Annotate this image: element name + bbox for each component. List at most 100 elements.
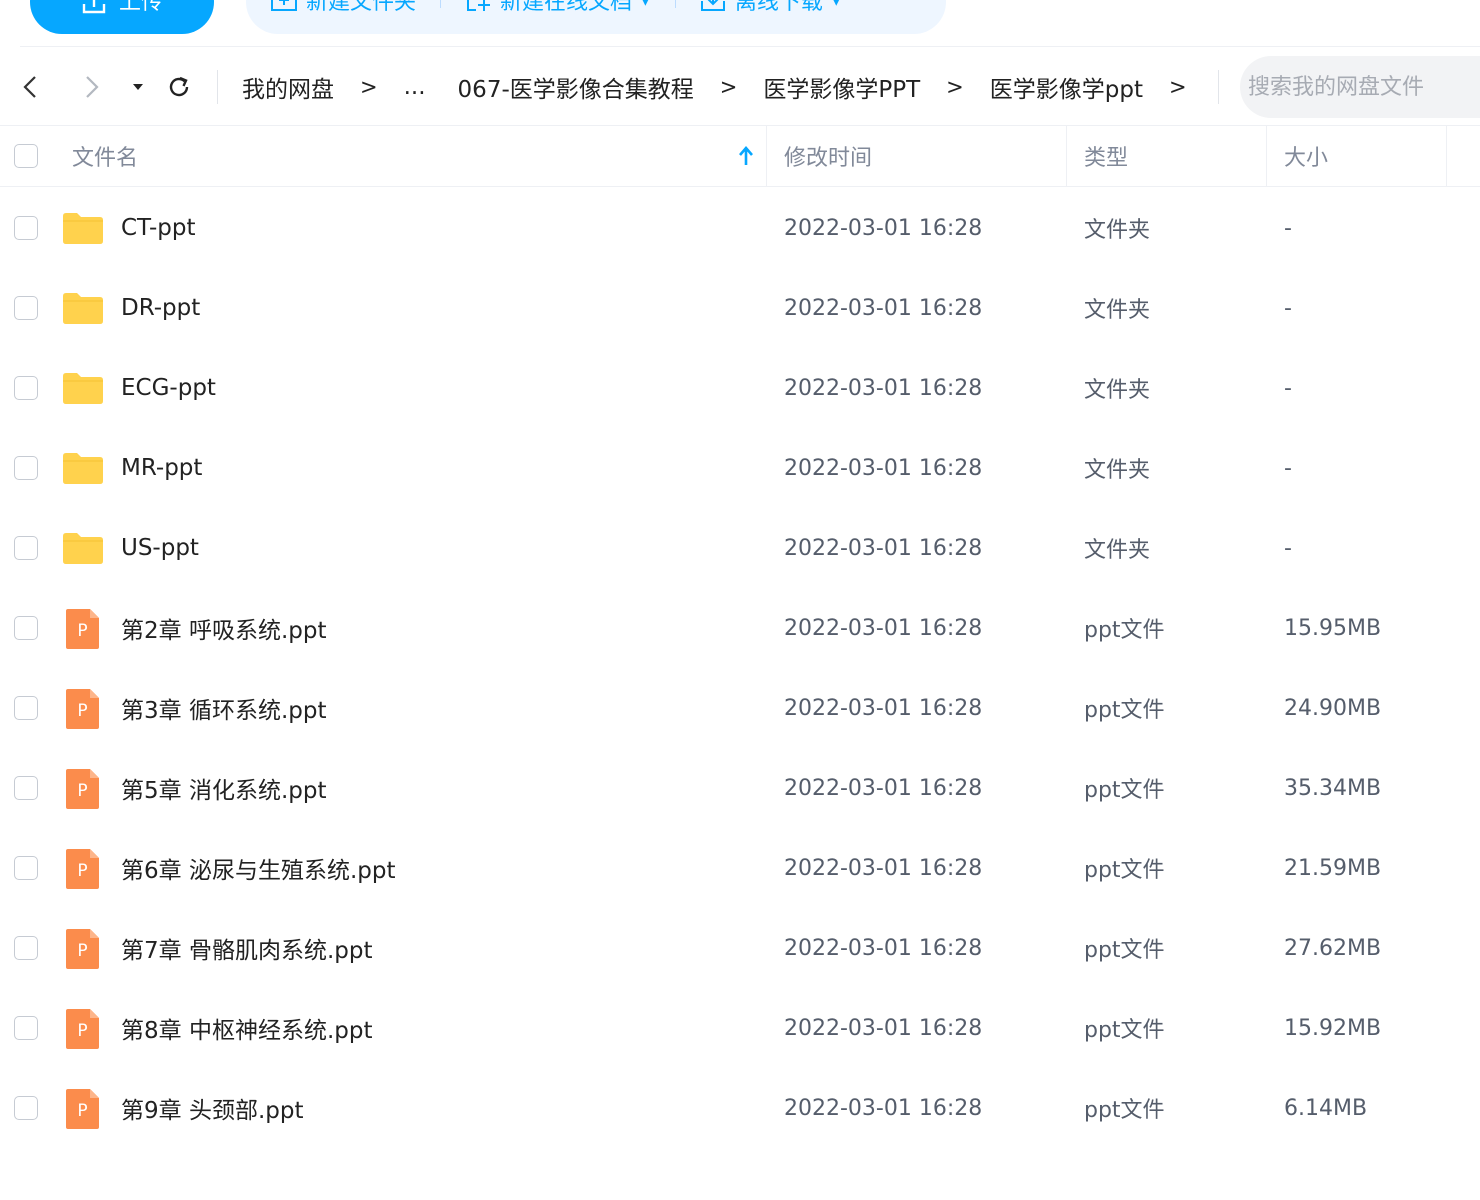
file-row[interactable]: P 第6章 泌尿与生殖系统.ppt 2022-03-01 16:28 ppt文件…: [0, 828, 1480, 908]
column-divider[interactable]: [1266, 126, 1267, 186]
upload-button[interactable]: 上传: [30, 0, 214, 34]
new-online-doc-label: 新建在线文档: [500, 0, 633, 15]
file-type: 文件夹: [1084, 538, 1151, 563]
file-size: 35.34MB: [1284, 775, 1382, 801]
file-name[interactable]: 第3章 循环系统.ppt: [121, 668, 326, 748]
modified-time: 2022-03-01 16:28: [784, 695, 983, 721]
file-size: 15.92MB: [1284, 1015, 1382, 1041]
tool-group: 新建文件夹 新建在线文档 ▼ 离线下载 ▼: [246, 0, 946, 34]
folder-icon: [63, 453, 103, 484]
modified-time: 2022-03-01 16:28: [784, 295, 983, 321]
breadcrumb-course-folder[interactable]: 067-医学影像合集教程: [458, 70, 694, 104]
file-row[interactable]: P 第7章 骨骼肌肉系统.ppt 2022-03-01 16:28 ppt文件 …: [0, 908, 1480, 988]
file-type: 文件夹: [1084, 378, 1151, 403]
breadcrumb-separator: >: [946, 75, 964, 99]
modified-time: 2022-03-01 16:28: [784, 855, 983, 881]
file-size: -: [1284, 375, 1292, 401]
file-name[interactable]: 第6章 泌尿与生殖系统.ppt: [121, 828, 395, 908]
row-checkbox[interactable]: [14, 456, 38, 480]
file-type: ppt文件: [1084, 778, 1165, 803]
breadcrumb-current-folder[interactable]: 医学影像学ppt: [990, 70, 1143, 104]
back-button[interactable]: [14, 70, 48, 104]
search-input[interactable]: [1240, 56, 1480, 118]
svg-text:P: P: [77, 781, 87, 801]
top-toolbar: 上传 新建文件夹 新建在线文档 ▼ 离线下载 ▼: [0, 0, 1480, 46]
modified-time: 2022-03-01 16:28: [784, 615, 983, 641]
file-row[interactable]: MR-ppt 2022-03-01 16:28 文件夹 -: [0, 428, 1480, 508]
file-name[interactable]: DR-ppt: [121, 268, 200, 348]
sort-ascending-icon[interactable]: [736, 144, 756, 168]
refresh-button[interactable]: [162, 70, 196, 104]
header-size[interactable]: 大小: [1284, 126, 1328, 186]
file-size: -: [1284, 535, 1292, 561]
file-size: 27.62MB: [1284, 935, 1382, 961]
row-checkbox[interactable]: [14, 776, 38, 800]
row-checkbox[interactable]: [14, 376, 38, 400]
ppt-file-icon: P: [66, 769, 99, 809]
chevron-right-icon: [86, 76, 99, 98]
file-name[interactable]: CT-ppt: [121, 188, 196, 268]
file-name[interactable]: 第7章 骨骼肌肉系统.ppt: [121, 908, 372, 988]
modified-time: 2022-03-01 16:28: [784, 215, 983, 241]
header-modified-time[interactable]: 修改时间: [784, 126, 872, 186]
row-checkbox[interactable]: [14, 536, 38, 560]
breadcrumb: 我的网盘 > ... 067-医学影像合集教程 > 医学影像学PPT > 医学影…: [242, 70, 1213, 104]
history-dropdown[interactable]: [121, 70, 155, 104]
new-online-doc-button[interactable]: 新建在线文档 ▼: [440, 0, 675, 16]
new-folder-button[interactable]: 新建文件夹: [246, 0, 440, 16]
file-type: ppt文件: [1084, 698, 1165, 723]
svg-text:P: P: [77, 1101, 87, 1121]
upload-icon: [82, 0, 106, 14]
file-name[interactable]: MR-ppt: [121, 428, 202, 508]
ppt-file-icon: P: [66, 1089, 99, 1129]
breadcrumb-my-drive[interactable]: 我的网盘: [242, 70, 334, 104]
file-row[interactable]: P 第2章 呼吸系统.ppt 2022-03-01 16:28 ppt文件 15…: [0, 588, 1480, 668]
file-list: CT-ppt 2022-03-01 16:28 文件夹 - DR-ppt 202…: [0, 188, 1480, 1148]
file-row[interactable]: P 第3章 循环系统.ppt 2022-03-01 16:28 ppt文件 24…: [0, 668, 1480, 748]
modified-time: 2022-03-01 16:28: [784, 375, 983, 401]
file-row[interactable]: P 第8章 中枢神经系统.ppt 2022-03-01 16:28 ppt文件 …: [0, 988, 1480, 1068]
row-checkbox[interactable]: [14, 936, 38, 960]
row-checkbox[interactable]: [14, 296, 38, 320]
file-type: ppt文件: [1084, 618, 1165, 643]
folder-icon: [63, 533, 103, 564]
ppt-file-icon: P: [66, 849, 99, 889]
select-all-checkbox[interactable]: [14, 144, 38, 168]
row-checkbox[interactable]: [14, 856, 38, 880]
row-checkbox[interactable]: [14, 1096, 38, 1120]
file-row[interactable]: CT-ppt 2022-03-01 16:28 文件夹 -: [0, 188, 1480, 268]
file-name[interactable]: 第8章 中枢神经系统.ppt: [121, 988, 372, 1068]
column-divider[interactable]: [766, 126, 767, 186]
row-checkbox[interactable]: [14, 1016, 38, 1040]
offline-download-button[interactable]: 离线下载 ▼: [674, 0, 866, 16]
header-type[interactable]: 类型: [1084, 126, 1128, 186]
column-divider[interactable]: [1066, 126, 1067, 186]
file-row[interactable]: US-ppt 2022-03-01 16:28 文件夹 -: [0, 508, 1480, 588]
breadcrumb-ppt-folder[interactable]: 医学影像学PPT: [763, 70, 920, 104]
modified-time: 2022-03-01 16:28: [784, 535, 983, 561]
file-type: 文件夹: [1084, 218, 1151, 243]
header-name[interactable]: 文件名: [72, 126, 138, 186]
file-name[interactable]: 第2章 呼吸系统.ppt: [121, 588, 326, 668]
file-row[interactable]: DR-ppt 2022-03-01 16:28 文件夹 -: [0, 268, 1480, 348]
file-name[interactable]: 第5章 消化系统.ppt: [121, 748, 326, 828]
file-row[interactable]: ECG-ppt 2022-03-01 16:28 文件夹 -: [0, 348, 1480, 428]
file-row[interactable]: P 第5章 消化系统.ppt 2022-03-01 16:28 ppt文件 35…: [0, 748, 1480, 828]
breadcrumb-ellipsis[interactable]: ...: [404, 74, 426, 100]
svg-text:P: P: [77, 1021, 87, 1041]
chevron-down-icon: ▼: [830, 0, 842, 8]
row-checkbox[interactable]: [14, 216, 38, 240]
file-size: 6.14MB: [1284, 1095, 1368, 1121]
row-checkbox[interactable]: [14, 616, 38, 640]
file-type: ppt文件: [1084, 858, 1165, 883]
forward-button[interactable]: [74, 70, 108, 104]
chevron-left-icon: [23, 76, 36, 98]
column-divider[interactable]: [1446, 126, 1447, 186]
row-checkbox[interactable]: [14, 696, 38, 720]
file-name[interactable]: 第9章 头颈部.ppt: [121, 1068, 303, 1148]
file-name[interactable]: US-ppt: [121, 508, 199, 588]
modified-time: 2022-03-01 16:28: [784, 775, 983, 801]
file-name[interactable]: ECG-ppt: [121, 348, 216, 428]
file-size: -: [1284, 215, 1292, 241]
file-row[interactable]: P 第9章 头颈部.ppt 2022-03-01 16:28 ppt文件 6.1…: [0, 1068, 1480, 1148]
